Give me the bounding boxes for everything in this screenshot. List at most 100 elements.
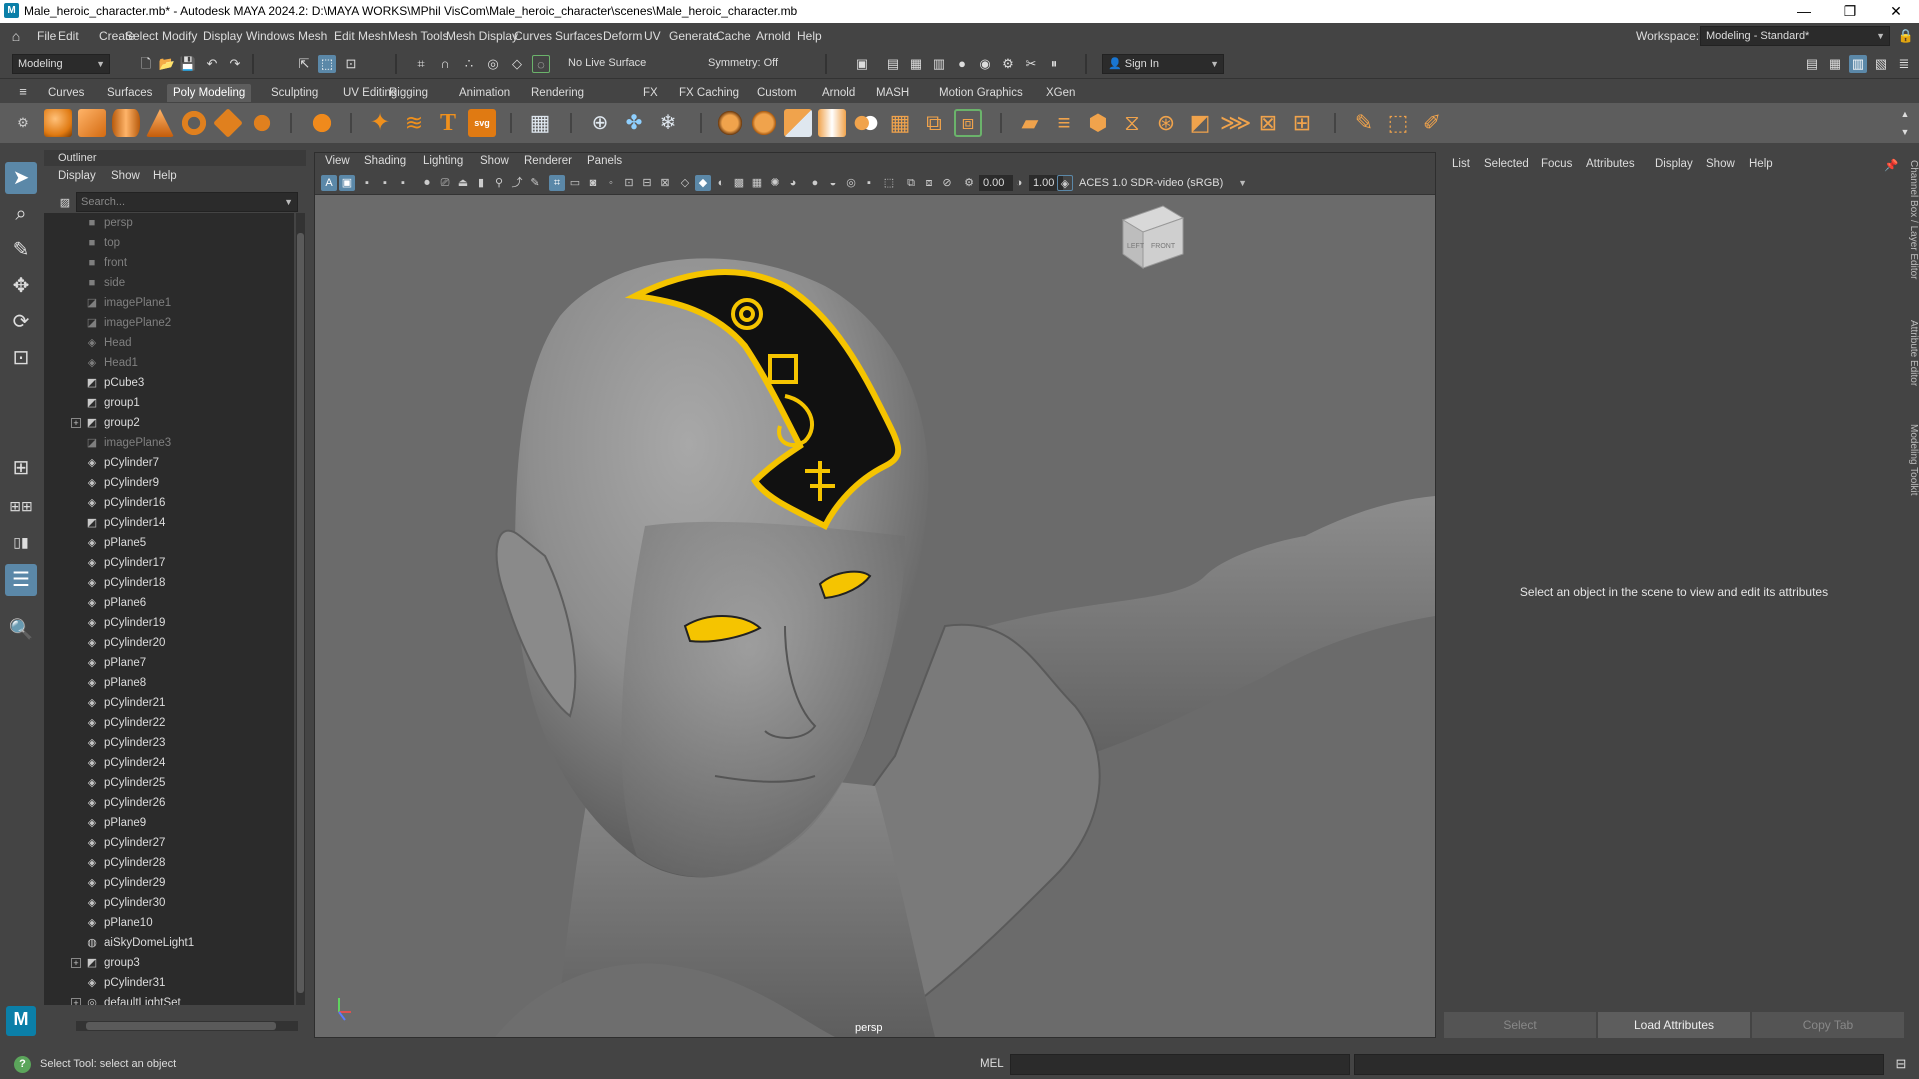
- outliner-item[interactable]: ◍ aiSkyDomeLight1: [44, 933, 294, 953]
- copy-tab-button[interactable]: Copy Tab: [1752, 1012, 1904, 1038]
- menu-uv[interactable]: UV: [644, 29, 661, 43]
- mode-dropdown[interactable]: Modeling ▼: [12, 54, 110, 74]
- shelf-tab-rendering[interactable]: Rendering: [525, 84, 590, 102]
- rotate-tool-icon[interactable]: ⟳: [5, 306, 37, 338]
- filter-icon[interactable]: ▨: [56, 194, 74, 212]
- menu-arnold[interactable]: Arnold: [756, 29, 791, 43]
- textured-icon[interactable]: ▩: [731, 175, 747, 191]
- load-attributes-button[interactable]: Load Attributes: [1598, 1012, 1750, 1038]
- multi-cut-icon[interactable]: ⊛: [1152, 109, 1180, 137]
- outliner-item[interactable]: ◈ pCylinder19: [44, 613, 294, 633]
- poly-plane-icon[interactable]: [213, 108, 243, 138]
- snowflake-icon[interactable]: ❄: [654, 109, 682, 137]
- poly-cube-icon[interactable]: [78, 109, 106, 137]
- menu-file[interactable]: File: [37, 29, 56, 43]
- open-scene-icon[interactable]: 📂: [158, 55, 176, 73]
- motion-blur-icon[interactable]: ●: [807, 175, 823, 191]
- image-plane-toggle-icon[interactable]: ▪: [377, 175, 393, 191]
- poly-sphere-icon[interactable]: [44, 109, 72, 137]
- layers-icon[interactable]: ≣: [1895, 55, 1913, 73]
- new-scene-icon[interactable]: 🗋: [137, 55, 155, 73]
- insert-edge-loop-icon[interactable]: ◩: [1186, 109, 1214, 137]
- shelf-tab-xgen[interactable]: XGen: [1040, 84, 1081, 102]
- scale-tool-icon[interactable]: ⊡: [5, 342, 37, 374]
- shelf-tab-custom[interactable]: Custom: [751, 84, 803, 102]
- ipr-render-icon[interactable]: ▦: [907, 55, 925, 73]
- exposure-field[interactable]: 0.00: [979, 175, 1013, 191]
- arnold-ipr-icon[interactable]: ✂: [1022, 55, 1040, 73]
- isolate-icon[interactable]: ⬚: [881, 175, 897, 191]
- shelf-tab-fx[interactable]: FX: [637, 84, 664, 102]
- antialiasing-icon[interactable]: ◒: [825, 175, 841, 191]
- grid-toggle-icon[interactable]: ⌗: [549, 175, 565, 191]
- shelf-tab-rigging[interactable]: Rigging: [383, 84, 434, 102]
- xray-active-icon[interactable]: ⧉: [903, 175, 919, 191]
- bookmarks-icon[interactable]: ▪: [359, 175, 375, 191]
- field-chart-icon[interactable]: ◦: [603, 175, 619, 191]
- outliner-item[interactable]: ◈ pCylinder7: [44, 453, 294, 473]
- symmetry-dropdown[interactable]: Symmetry: Off: [703, 54, 803, 74]
- wireframe-icon[interactable]: ⊠: [657, 175, 673, 191]
- poly-cone-icon[interactable]: [146, 109, 174, 137]
- minimize-button[interactable]: —: [1781, 0, 1827, 23]
- outliner-item[interactable]: ■ top: [44, 233, 294, 253]
- safe-title-icon[interactable]: ⊟: [639, 175, 655, 191]
- outliner-item[interactable]: ◈ pCylinder9: [44, 473, 294, 493]
- shelf-scroll-down-icon[interactable]: ▼: [1896, 123, 1914, 141]
- snap-to-curve-icon[interactable]: ∩: [436, 55, 454, 73]
- script-editor-icon[interactable]: ⊟: [1892, 1055, 1910, 1073]
- ambient-occlusion-icon[interactable]: ◕: [785, 175, 801, 191]
- outliner-item[interactable]: ◩ group1: [44, 393, 294, 413]
- shelf-tab-surfaces[interactable]: Surfaces: [101, 84, 158, 102]
- outliner-item[interactable]: ◈ pCylinder31: [44, 973, 294, 993]
- snap-to-view-icon[interactable]: ◎: [484, 55, 502, 73]
- persp-outliner-icon[interactable]: ▯▮: [5, 526, 37, 558]
- attr-menu-focus[interactable]: Focus: [1541, 158, 1572, 170]
- attr-menu-attributes[interactable]: Attributes: [1586, 158, 1635, 170]
- shelf-tab-arnold[interactable]: Arnold: [816, 84, 861, 102]
- menu-mesh-display[interactable]: Mesh Display: [446, 29, 518, 43]
- undo-icon[interactable]: ↶: [203, 55, 221, 73]
- outliner-item[interactable]: ◈ pCylinder22: [44, 713, 294, 733]
- redo-icon[interactable]: ↷: [226, 55, 244, 73]
- outliner-item[interactable]: ◪ imagePlane2: [44, 313, 294, 333]
- outliner-item[interactable]: ◈ pPlane9: [44, 813, 294, 833]
- safe-action-icon[interactable]: ⊡: [621, 175, 637, 191]
- outliner-item[interactable]: ◈ pCylinder20: [44, 633, 294, 653]
- menu-surfaces[interactable]: Surfaces: [555, 29, 602, 43]
- measure-icon[interactable]: ⊕: [586, 109, 614, 137]
- expand-icon[interactable]: +: [71, 998, 81, 1005]
- pause-icon[interactable]: ⏸: [1045, 55, 1063, 73]
- select-button[interactable]: Select: [1444, 1012, 1596, 1038]
- attr-menu-show[interactable]: Show: [1706, 158, 1735, 170]
- outliner-item[interactable]: ◩ pCylinder14: [44, 513, 294, 533]
- menu-edit[interactable]: Edit: [58, 29, 79, 43]
- append-polygon-icon[interactable]: ⧖: [1118, 109, 1146, 137]
- shelf-scroll-up-icon[interactable]: ▲: [1896, 105, 1914, 123]
- hypershade-icon[interactable]: ●: [953, 55, 971, 73]
- outliner-search-input[interactable]: Search... ▼: [76, 192, 298, 212]
- outliner-item[interactable]: ■ persp: [44, 213, 294, 233]
- outliner-item[interactable]: ◈ pCylinder23: [44, 733, 294, 753]
- outliner-menu-display[interactable]: Display: [58, 170, 96, 182]
- triangulate-icon[interactable]: ⊠: [1254, 109, 1282, 137]
- hud-icon[interactable]: ▪: [861, 175, 877, 191]
- wireframe-shaded-icon[interactable]: ◇: [677, 175, 693, 191]
- use-default-material-icon[interactable]: ◐: [713, 175, 729, 191]
- shelf-tab-curves[interactable]: Curves: [42, 84, 90, 102]
- outliner-item[interactable]: ◈ pPlane8: [44, 673, 294, 693]
- script-language-label[interactable]: MEL: [980, 1058, 1004, 1070]
- chevron-down-icon[interactable]: ▼: [284, 193, 293, 211]
- viewport-menu-lighting[interactable]: Lighting: [423, 155, 463, 167]
- outliner-item[interactable]: ◈ pCylinder21: [44, 693, 294, 713]
- toggle-channel-box-icon[interactable]: ▤: [1803, 55, 1821, 73]
- attr-menu-selected[interactable]: Selected: [1484, 158, 1529, 170]
- expand-icon[interactable]: +: [71, 958, 81, 968]
- save-scene-icon[interactable]: 💾: [179, 55, 197, 73]
- outliner-item[interactable]: + ◩ group2: [44, 413, 294, 433]
- live-surface-field[interactable]: No Live Surface: [563, 54, 663, 74]
- outliner-list[interactable]: ■ persp ■ top ■ front ■ side ◪ imagePlane1 ◪ imageP…: [44, 213, 294, 1005]
- maximize-button[interactable]: ❐: [1827, 0, 1873, 23]
- select-tool-icon[interactable]: ➤: [5, 162, 37, 194]
- four-view-icon[interactable]: ⊞⊞: [5, 490, 37, 522]
